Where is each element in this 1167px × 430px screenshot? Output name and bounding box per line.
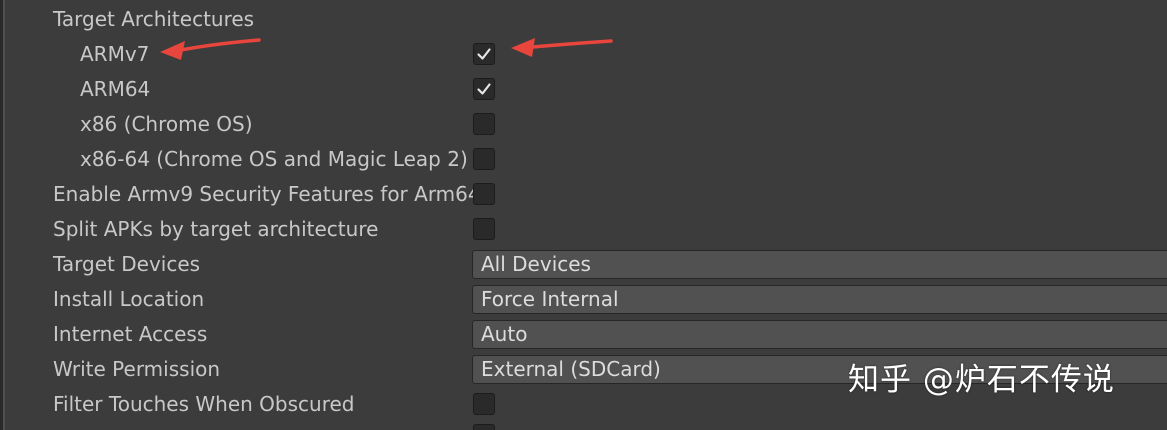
annotation-arrow-label (160, 38, 261, 60)
player-settings-panel: Target Architectures ARMv7 ARM64 x86 (Ch… (0, 0, 1167, 430)
annotation-arrow-checkbox (511, 38, 613, 57)
watermark-text: 知乎 @炉石不传说 (848, 362, 1115, 398)
